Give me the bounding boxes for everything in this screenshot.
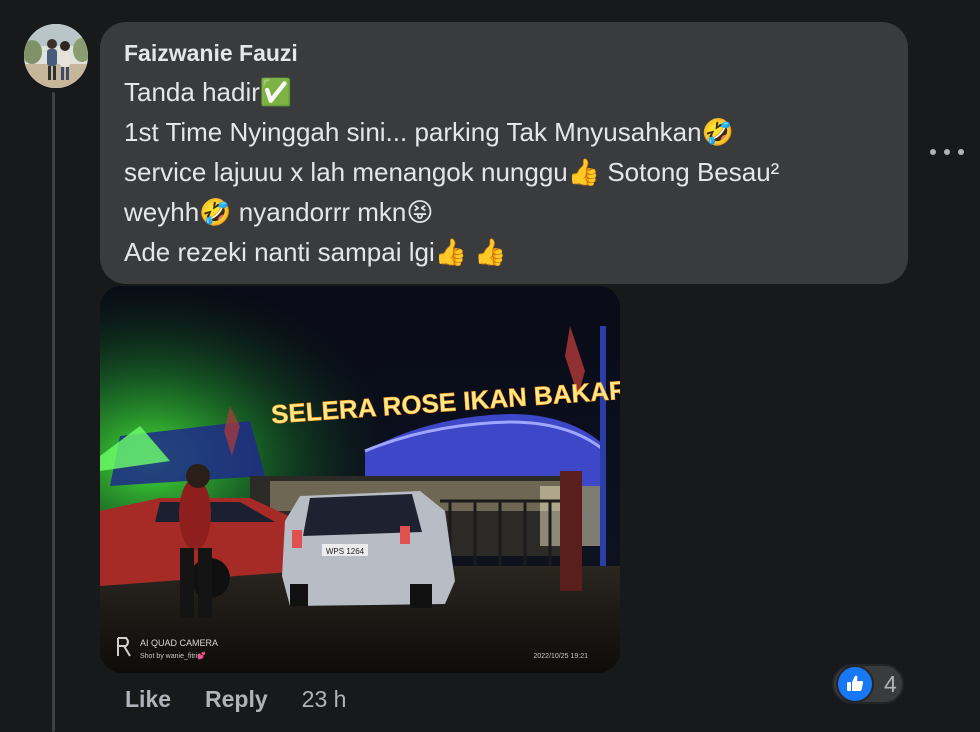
car-plate: WPS 1264 bbox=[326, 547, 365, 556]
more-options-icon[interactable] bbox=[930, 140, 964, 164]
comment-actions: Like Reply 23 h bbox=[125, 686, 346, 713]
thumbs-up-icon bbox=[836, 665, 874, 703]
watermark-camera: AI QUAD CAMERA bbox=[140, 638, 218, 648]
comment-bubble: Faizwanie Fauzi Tanda hadir✅ 1st Time Ny… bbox=[100, 22, 908, 284]
comment-text-line: service lajuuu x lah menangok nunggu👍 So… bbox=[124, 157, 780, 187]
comment-time[interactable]: 23 h bbox=[302, 686, 347, 713]
reaction-count: 4 bbox=[884, 670, 897, 697]
comment-text-line: weyhh🤣 nyandorrr mkn😝 bbox=[124, 197, 434, 227]
comment-text-line: 1st Time Nyinggah sini... parking Tak Mn… bbox=[124, 117, 734, 147]
comment-text-line: Tanda hadir✅ bbox=[124, 77, 293, 107]
reaction-summary[interactable]: 4 bbox=[832, 664, 904, 704]
thread-line bbox=[52, 92, 55, 732]
comment-text-line: Ade rezeki nanti sampai lgi👍 👍 bbox=[124, 237, 507, 267]
comment-photo[interactable]: SELERA ROSE IKAN BAKAR WPS 1264 AI QUAD … bbox=[100, 286, 620, 673]
like-button[interactable]: Like bbox=[125, 686, 171, 713]
photo-timestamp: 2022/10/25 19:21 bbox=[534, 653, 589, 660]
reply-button[interactable]: Reply bbox=[205, 686, 268, 713]
avatar[interactable] bbox=[24, 24, 88, 88]
comment-author[interactable]: Faizwanie Fauzi bbox=[124, 38, 884, 68]
watermark-credit: Shot by wanie_fitri💕 bbox=[140, 651, 206, 660]
